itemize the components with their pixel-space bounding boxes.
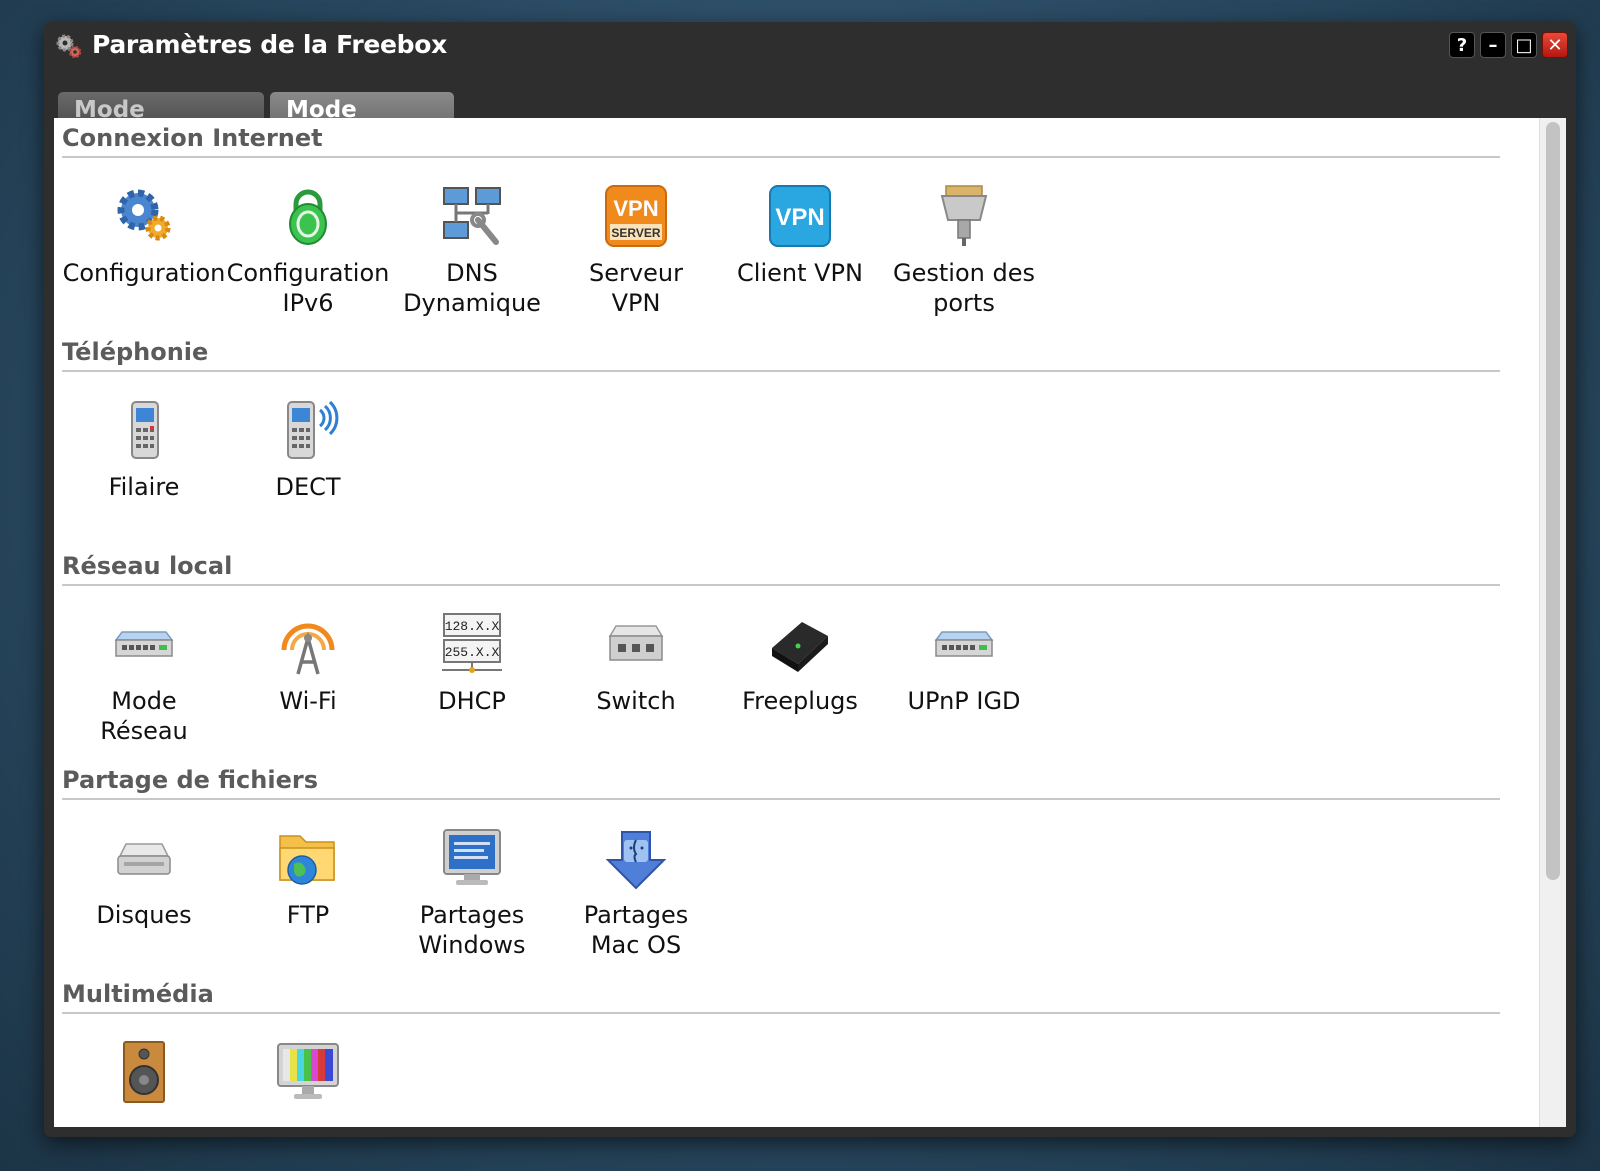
item-partages-windows[interactable]: Partages Windows xyxy=(390,826,554,960)
item-label: Disques xyxy=(96,901,192,929)
section-title: Partage de fichiers xyxy=(62,766,318,794)
item-label: Filaire xyxy=(108,473,180,501)
dhcp-line-1: 128.X.X xyxy=(445,619,500,634)
section-reseau-local: Réseau local Mode Réseau Wi-Fi 128.X.X 2… xyxy=(62,550,1500,766)
item-dhcp[interactable]: 128.X.X 255.X.X DHCP xyxy=(390,612,554,716)
freeplug-icon xyxy=(772,622,828,672)
wifi-antenna-icon xyxy=(281,623,335,675)
section-title: Réseau local xyxy=(62,552,233,580)
item-client-vpn[interactable]: VPN Client VPN xyxy=(718,184,882,288)
item-configuration[interactable]: Configuration xyxy=(62,184,226,288)
item-label: DECT xyxy=(275,473,341,501)
section-title: Téléphonie xyxy=(62,338,209,366)
scrollbar-thumb[interactable] xyxy=(1546,122,1560,880)
item-partages-mac-os[interactable]: Partages Mac OS xyxy=(554,826,718,960)
item-serveur-vpn[interactable]: VPN SERVER Serveur VPN xyxy=(554,184,718,318)
mac-share-icon xyxy=(605,831,667,890)
item-label: Configuration IPv6 xyxy=(226,259,390,317)
dhcp-icon: 128.X.X 255.X.X xyxy=(442,613,502,673)
item-label: Client VPN xyxy=(737,259,863,287)
server-badge: SERVER xyxy=(611,226,660,240)
section-partage-de-fichiers: Partage de fichiers Disques FTP Partages… xyxy=(62,764,1500,980)
item-dect[interactable]: DECT xyxy=(226,398,390,502)
minimize-button[interactable]: – xyxy=(1480,32,1506,58)
item-label: FTP xyxy=(286,901,330,929)
item-multimedia-audio[interactable] xyxy=(62,1040,226,1114)
item-label: DHCP xyxy=(438,687,506,715)
ftp-folder-icon xyxy=(279,835,335,885)
tv-icon xyxy=(277,1043,339,1099)
dect-phone-icon xyxy=(287,400,339,459)
router-icon xyxy=(114,631,174,657)
port-connector-icon xyxy=(940,185,988,246)
item-label: Switch xyxy=(596,687,676,715)
settings-panel: Connexion Internet Configuration Configu… xyxy=(54,118,1566,1127)
speaker-icon xyxy=(123,1041,165,1103)
switch-icon xyxy=(608,625,664,661)
dhcp-line-2: 255.X.X xyxy=(445,645,500,660)
item-gestion-des-ports[interactable]: Gestion des ports xyxy=(882,184,1046,318)
window-controls: ? – □ ✕ xyxy=(1449,32,1568,58)
vpn-badge: VPN xyxy=(775,204,824,231)
item-ftp[interactable]: FTP xyxy=(226,826,390,930)
item-label: UPnP IGD xyxy=(907,687,1021,715)
disk-icon xyxy=(117,843,171,875)
item-disques[interactable]: Disques xyxy=(62,826,226,930)
item-label: Configuration xyxy=(62,259,226,287)
settings-window: Paramètres de la Freebox ? – □ ✕ Mode Si… xyxy=(44,22,1576,1137)
item-label: Partages Windows xyxy=(418,901,526,959)
settings-gears-icon xyxy=(56,34,82,59)
title-bar: Paramètres de la Freebox ? – □ ✕ xyxy=(44,22,1576,68)
lock-icon xyxy=(289,189,327,245)
item-switch[interactable]: Switch xyxy=(554,612,718,716)
section-connexion-internet: Connexion Internet Configuration Configu… xyxy=(62,122,1500,338)
item-multimedia-tv[interactable] xyxy=(226,1040,390,1114)
help-button[interactable]: ? xyxy=(1449,32,1475,58)
item-label: Serveur VPN xyxy=(589,259,683,317)
section-title: Connexion Internet xyxy=(62,124,323,152)
item-filaire[interactable]: Filaire xyxy=(62,398,226,502)
close-button[interactable]: ✕ xyxy=(1542,32,1568,58)
item-label: Mode Réseau xyxy=(100,687,188,745)
item-dns-dynamique[interactable]: DNS Dynamique xyxy=(390,184,554,318)
section-multimedia: Multimédia xyxy=(62,978,1500,1127)
vpn-badge: VPN xyxy=(613,196,658,221)
item-configuration-ipv6[interactable]: Configuration IPv6 xyxy=(226,184,390,318)
phone-icon xyxy=(131,401,159,459)
section-telephonie: Téléphonie Filaire DECT xyxy=(62,336,1500,552)
item-label: Gestion des ports xyxy=(893,259,1035,317)
item-mode-reseau[interactable]: Mode Réseau xyxy=(62,612,226,746)
item-label: DNS Dynamique xyxy=(403,259,541,317)
item-label: Wi-Fi xyxy=(279,687,337,715)
vertical-scrollbar[interactable] xyxy=(1539,118,1566,1127)
item-upnp-igd[interactable]: UPnP IGD xyxy=(882,612,1046,716)
vpn-server-icon: VPN SERVER xyxy=(605,185,667,247)
item-wi-fi[interactable]: Wi-Fi xyxy=(226,612,390,716)
windows-share-icon xyxy=(443,829,501,885)
item-freeplugs[interactable]: Freeplugs xyxy=(718,612,882,716)
item-label: Partages Mac OS xyxy=(583,901,689,959)
upnp-router-icon xyxy=(934,631,994,657)
network-tools-icon xyxy=(443,187,501,245)
maximize-button[interactable]: □ xyxy=(1511,32,1537,58)
vpn-client-icon: VPN xyxy=(769,185,831,247)
gears-icon xyxy=(117,189,171,241)
section-title: Multimédia xyxy=(62,980,214,1008)
window-title: Paramètres de la Freebox xyxy=(92,30,447,59)
item-label: Freeplugs xyxy=(742,687,858,715)
